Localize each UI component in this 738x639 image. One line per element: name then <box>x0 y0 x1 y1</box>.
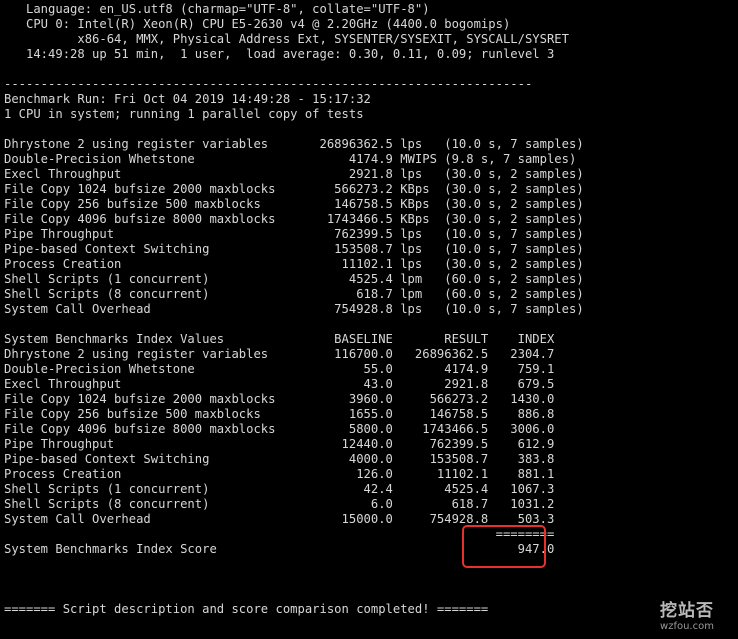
terminal-line-separator: ----------------------------------------… <box>4 77 533 91</box>
index-row-whetstone: Double-Precision Whetstone 55.0 4174.9 7… <box>4 362 555 376</box>
terminal-line-uptime: 14:49:28 up 51 min, 1 user, load average… <box>4 47 555 61</box>
terminal-line-cpu-count: 1 CPU in system; running 1 parallel copy… <box>4 107 364 121</box>
result-row-context-switching: Pipe-based Context Switching 153508.7 lp… <box>4 242 584 256</box>
index-score-line: System Benchmarks Index Score 947.0 <box>4 542 555 556</box>
terminal-line-cpu-flags: x86-64, MMX, Physical Address Ext, SYSEN… <box>4 32 569 46</box>
index-row-filecopy-4096: File Copy 4096 bufsize 8000 maxblocks 58… <box>4 422 555 436</box>
terminal-line-cpu: CPU 0: Intel(R) Xeon(R) CPU E5-2630 v4 @… <box>4 17 511 31</box>
index-row-execl: Execl Throughput 43.0 2921.8 679.5 <box>4 377 555 391</box>
terminal-line-benchmark-run: Benchmark Run: Fri Oct 04 2019 14:49:28 … <box>4 92 371 106</box>
terminal-output[interactable]: Language: en_US.utf8 (charmap="UTF-8", c… <box>4 2 738 639</box>
index-table-header: System Benchmarks Index Values BASELINE … <box>4 332 555 346</box>
result-row-syscall: System Call Overhead 754928.8 lps (10.0 … <box>4 302 584 316</box>
result-row-pipe: Pipe Throughput 762399.5 lps (10.0 s, 7 … <box>4 227 584 241</box>
index-row-filecopy-256: File Copy 256 bufsize 500 maxblocks 1655… <box>4 407 555 421</box>
result-row-filecopy-256: File Copy 256 bufsize 500 maxblocks 1467… <box>4 197 584 211</box>
terminal-line-language: Language: en_US.utf8 (charmap="UTF-8", c… <box>4 2 430 16</box>
result-row-filecopy-4096: File Copy 4096 bufsize 8000 maxblocks 17… <box>4 212 584 226</box>
index-row-syscall: System Call Overhead 15000.0 754928.8 50… <box>4 512 555 526</box>
index-row-filecopy-1024: File Copy 1024 bufsize 2000 maxblocks 39… <box>4 392 555 406</box>
watermark: 挖站否 wzfou.com <box>648 601 726 633</box>
result-row-shell-1: Shell Scripts (1 concurrent) 4525.4 lpm … <box>4 272 584 286</box>
result-row-shell-8: Shell Scripts (8 concurrent) 618.7 lpm (… <box>4 287 584 301</box>
index-row-context-switching: Pipe-based Context Switching 4000.0 1535… <box>4 452 555 466</box>
score-highlight-box <box>462 525 546 568</box>
watermark-url: wzfou.com <box>660 621 714 632</box>
completion-message: ======= Script description and score com… <box>4 602 489 616</box>
result-row-whetstone: Double-Precision Whetstone 4174.9 MWIPS … <box>4 152 577 166</box>
index-score-separator: ======== <box>4 527 555 541</box>
index-row-pipe: Pipe Throughput 12440.0 762399.5 612.9 <box>4 437 555 451</box>
index-row-dhrystone: Dhrystone 2 using register variables 116… <box>4 347 555 361</box>
watermark-logo: 挖站否 <box>660 601 714 621</box>
index-row-process-creation: Process Creation 126.0 11102.1 881.1 <box>4 467 555 481</box>
result-row-execl: Execl Throughput 2921.8 lps (30.0 s, 2 s… <box>4 167 584 181</box>
result-row-dhrystone: Dhrystone 2 using register variables 268… <box>4 137 584 151</box>
index-row-shell-8: Shell Scripts (8 concurrent) 6.0 618.7 1… <box>4 497 555 511</box>
result-row-process-creation: Process Creation 11102.1 lps (30.0 s, 2 … <box>4 257 584 271</box>
index-row-shell-1: Shell Scripts (1 concurrent) 42.4 4525.4… <box>4 482 555 496</box>
result-row-filecopy-1024: File Copy 1024 bufsize 2000 maxblocks 56… <box>4 182 584 196</box>
